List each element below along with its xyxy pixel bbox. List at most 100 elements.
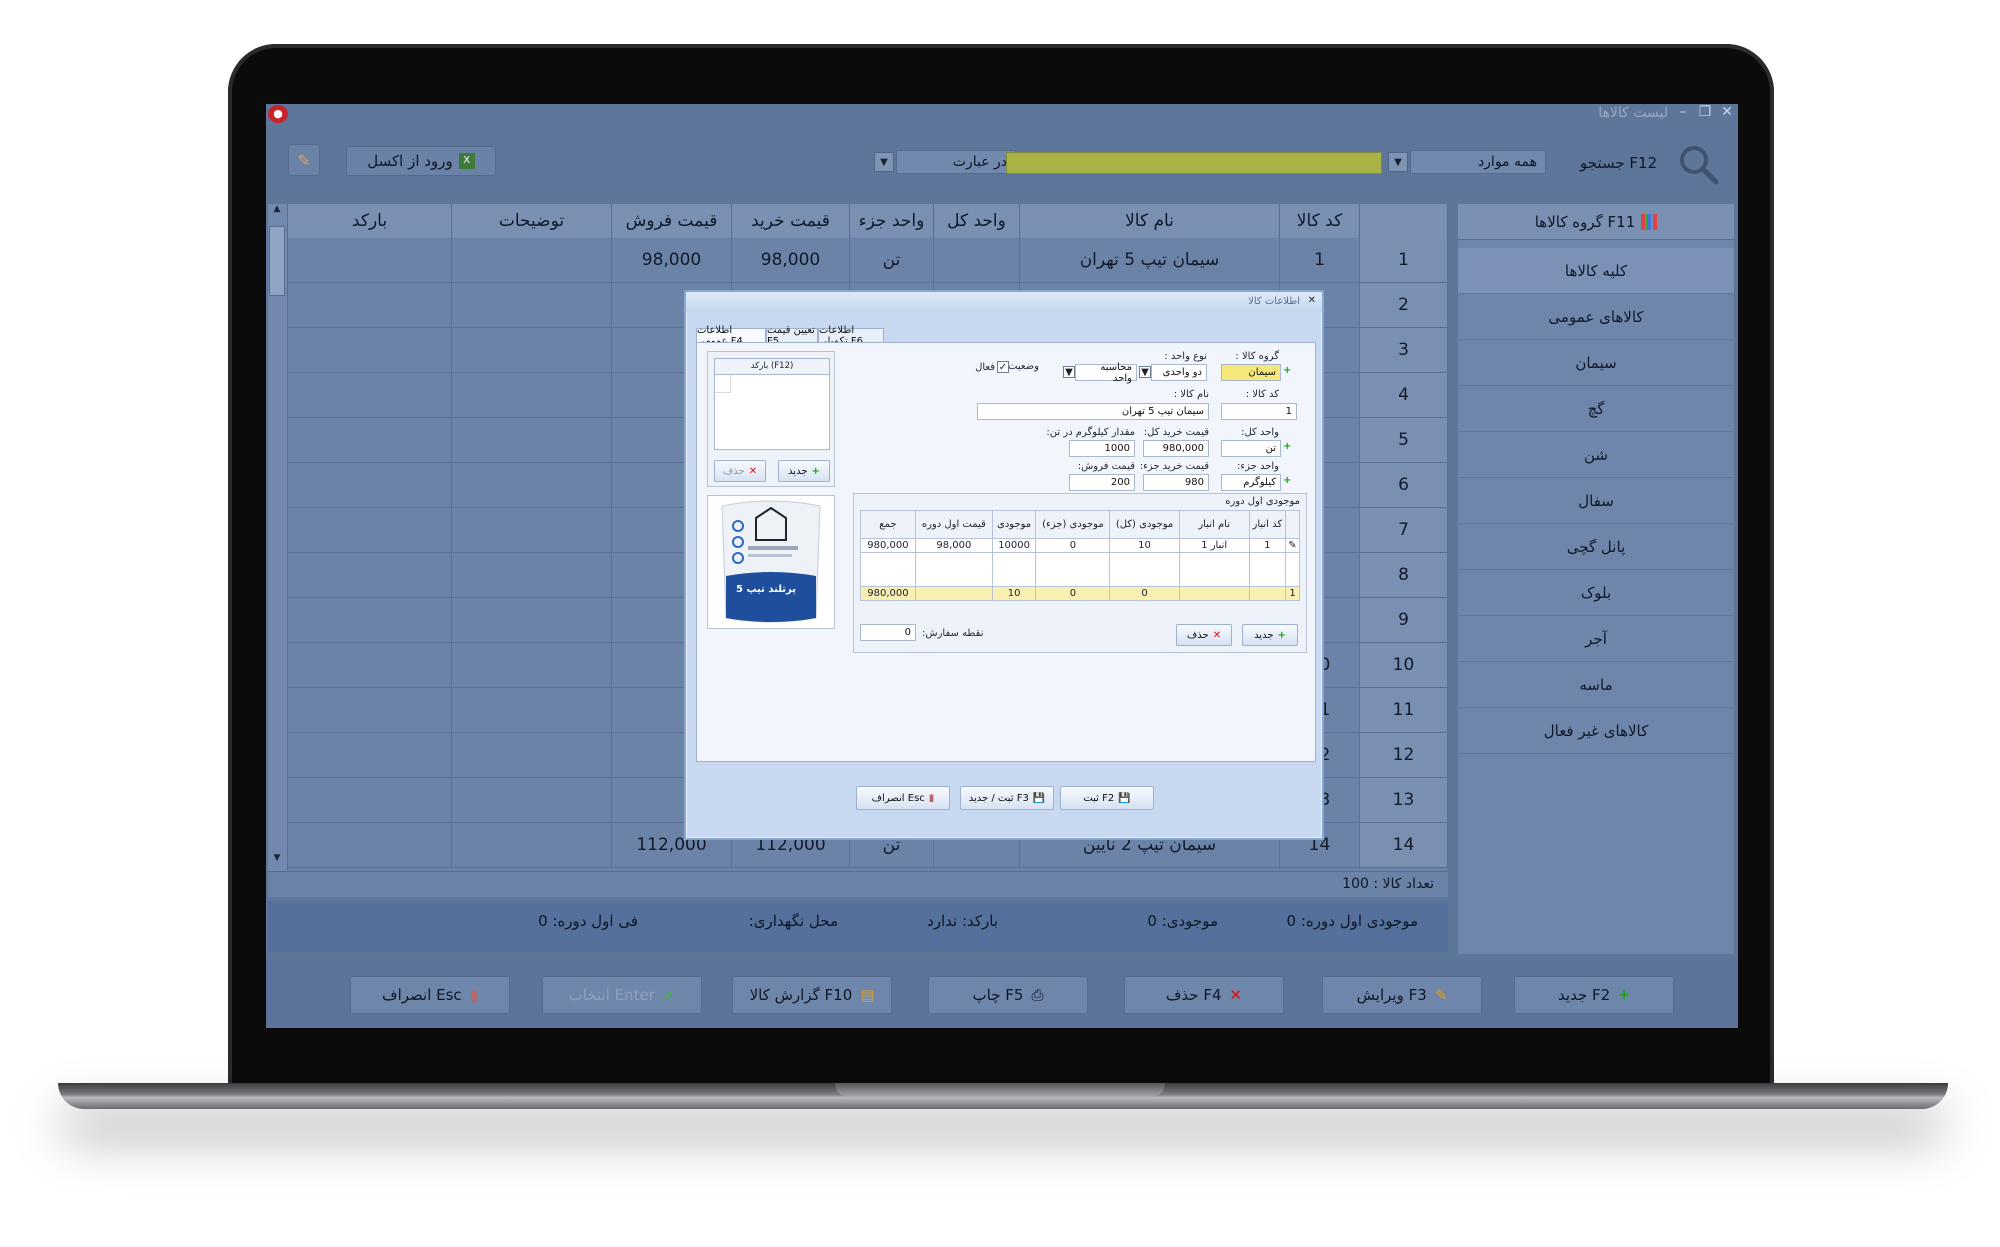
sidebar-item[interactable]: کالاهای عمومی [1458, 294, 1734, 340]
add-unit-part-icon[interactable]: + [1283, 475, 1297, 489]
stock-cell[interactable]: 0 [1035, 538, 1111, 553]
row-number[interactable]: 13 [1360, 778, 1448, 823]
delete-button[interactable]: حذف F4 ✕ [1124, 976, 1284, 1014]
active-checkbox[interactable]: ✓ [997, 361, 1009, 373]
barcode-delete-button[interactable]: حذف ✕ [714, 460, 766, 482]
sidebar-header[interactable]: گروه کالاها F11 [1458, 204, 1734, 240]
table-cell-desc[interactable] [452, 733, 612, 778]
stock-row[interactable]: 980,000 98,000 10000 0 10 انبار 1 1 ✎ [860, 538, 1300, 553]
sidebar-item[interactable]: سفال [1458, 478, 1734, 524]
sidebar-item[interactable]: کالاهای غیر فعال [1458, 708, 1734, 754]
row-number[interactable]: 11 [1360, 688, 1448, 733]
sidebar-item[interactable]: کلیه کالاها [1458, 248, 1734, 294]
order-point-input[interactable]: 0 [860, 624, 916, 641]
row-number[interactable]: 6 [1360, 463, 1448, 508]
search-input[interactable] [1006, 152, 1382, 174]
close-button[interactable]: ✕ [1718, 104, 1736, 122]
col-sell-price[interactable]: قیمت فروش [612, 204, 732, 238]
search-mode-select[interactable]: در عبارت [896, 150, 1016, 174]
sidebar-item[interactable]: آجر [1458, 616, 1734, 662]
stock-cell[interactable]: انبار 1 [1178, 538, 1250, 553]
unit-type-select[interactable]: دو واحدی [1151, 364, 1207, 381]
sidebar-item[interactable]: سیمان [1458, 340, 1734, 386]
row-number[interactable]: 5 [1360, 418, 1448, 463]
table-cell-barcode[interactable] [288, 418, 452, 463]
stock-delete-button[interactable]: حذف ✕ [1176, 624, 1232, 646]
table-cell-barcode[interactable] [288, 463, 452, 508]
dialog-save-new-button[interactable]: ثبت / جدید F3 💾 [960, 786, 1054, 810]
name-input[interactable]: سیمان تیپ 5 تهران [977, 403, 1209, 420]
table-cell-desc[interactable] [452, 553, 612, 598]
print-button[interactable]: چاپ F5 ⎙ [928, 976, 1088, 1014]
stock-table[interactable]: جمع قیمت اول دوره موجودی موجودی (جزء) مو… [860, 510, 1300, 601]
table-cell-barcode[interactable] [288, 643, 452, 688]
sidebar-item[interactable]: گچ [1458, 386, 1734, 432]
search-scope-select[interactable]: همه موارد [1410, 150, 1546, 174]
new-button[interactable]: جدید F2 + [1514, 976, 1674, 1014]
table-cell-barcode[interactable] [288, 733, 452, 778]
table-cell-desc[interactable] [452, 283, 612, 328]
row-number[interactable]: 1 [1360, 238, 1448, 283]
table-cell-name[interactable]: سیمان تیپ 5 تهران [1020, 238, 1280, 283]
row-number[interactable]: 2 [1360, 283, 1448, 328]
add-group-icon[interactable]: + [1283, 365, 1297, 379]
settings-button[interactable]: ✎ [288, 144, 320, 176]
table-cell-barcode[interactable] [288, 778, 452, 823]
cancel-button[interactable]: انصراف Esc ▮ [350, 976, 510, 1014]
col-barcode[interactable]: بارکد [288, 204, 452, 238]
report-button[interactable]: گزارش کالا F10 ▤ [732, 976, 892, 1014]
dialog-save-button[interactable]: ثبت F2 💾 [1060, 786, 1154, 810]
table-cell-barcode[interactable] [288, 688, 452, 733]
calc-unit-dropdown-arrow[interactable]: ▼ [1063, 366, 1075, 378]
buy-all-input[interactable]: 980,000 [1143, 440, 1209, 457]
row-number[interactable]: 7 [1360, 508, 1448, 553]
select-button[interactable]: انتخاب Enter ✔ [542, 976, 702, 1014]
restore-button[interactable]: ❐ [1696, 104, 1714, 122]
col-item-name[interactable]: نام کالا [1020, 204, 1280, 238]
row-number[interactable]: 3 [1360, 328, 1448, 373]
table-cell-desc[interactable] [452, 418, 612, 463]
table-cell-desc[interactable] [452, 463, 612, 508]
table-cell-desc[interactable] [452, 823, 612, 868]
col-buy-price[interactable]: قیمت خرید [732, 204, 850, 238]
table-cell-desc[interactable] [452, 778, 612, 823]
table-cell-unit_all[interactable] [934, 238, 1020, 283]
table-cell-desc[interactable] [452, 508, 612, 553]
search-icon[interactable] [1676, 142, 1720, 186]
kg-input[interactable]: 1000 [1069, 440, 1135, 457]
col-description[interactable]: توضیحات [452, 204, 612, 238]
row-number[interactable]: 12 [1360, 733, 1448, 778]
table-cell-sell[interactable]: 98,000 [612, 238, 732, 283]
table-cell-barcode[interactable] [288, 373, 452, 418]
table-cell-code[interactable]: 1 [1280, 238, 1360, 283]
barcode-list[interactable]: بارکد (F12) [714, 358, 830, 450]
row-number[interactable]: 8 [1360, 553, 1448, 598]
col-total-unit[interactable]: واحد کل [934, 204, 1020, 238]
sidebar-item[interactable]: بلوک [1458, 570, 1734, 616]
group-input[interactable]: سیمان [1221, 364, 1281, 381]
code-input[interactable]: 1 [1221, 403, 1297, 420]
scroll-up-icon[interactable]: ▲ [268, 204, 286, 222]
table-cell-unit_part[interactable]: تن [850, 238, 934, 283]
stock-cell[interactable]: 10 [1109, 538, 1180, 553]
table-cell-desc[interactable] [452, 238, 612, 283]
table-cell-barcode[interactable] [288, 283, 452, 328]
sidebar-item[interactable]: شن [1458, 432, 1734, 478]
col-part-unit[interactable]: واحد جزء [850, 204, 934, 238]
unit-type-dropdown-arrow[interactable]: ▼ [1139, 366, 1151, 378]
sell-input[interactable]: 200 [1069, 474, 1135, 491]
tab-pricing[interactable]: تعیین قیمت F5 [766, 325, 818, 347]
buy-part-input[interactable]: 980 [1143, 474, 1209, 491]
table-cell-barcode[interactable] [288, 508, 452, 553]
row-number[interactable]: 10 [1360, 643, 1448, 688]
minimize-button[interactable]: – [1674, 104, 1692, 122]
table-cell-barcode[interactable] [288, 598, 452, 643]
table-cell-barcode[interactable] [288, 328, 452, 373]
stock-new-button[interactable]: جدید + [1242, 624, 1298, 646]
stock-cell[interactable]: 980,000 [860, 538, 916, 553]
calc-unit-select[interactable]: محاسبه واحد [1075, 362, 1137, 384]
table-cell-desc[interactable] [452, 643, 612, 688]
row-number[interactable]: 4 [1360, 373, 1448, 418]
search-mode-dropdown-arrow[interactable]: ▼ [874, 152, 894, 172]
edit-button[interactable]: ویرایش F3 ✎ [1322, 976, 1482, 1014]
